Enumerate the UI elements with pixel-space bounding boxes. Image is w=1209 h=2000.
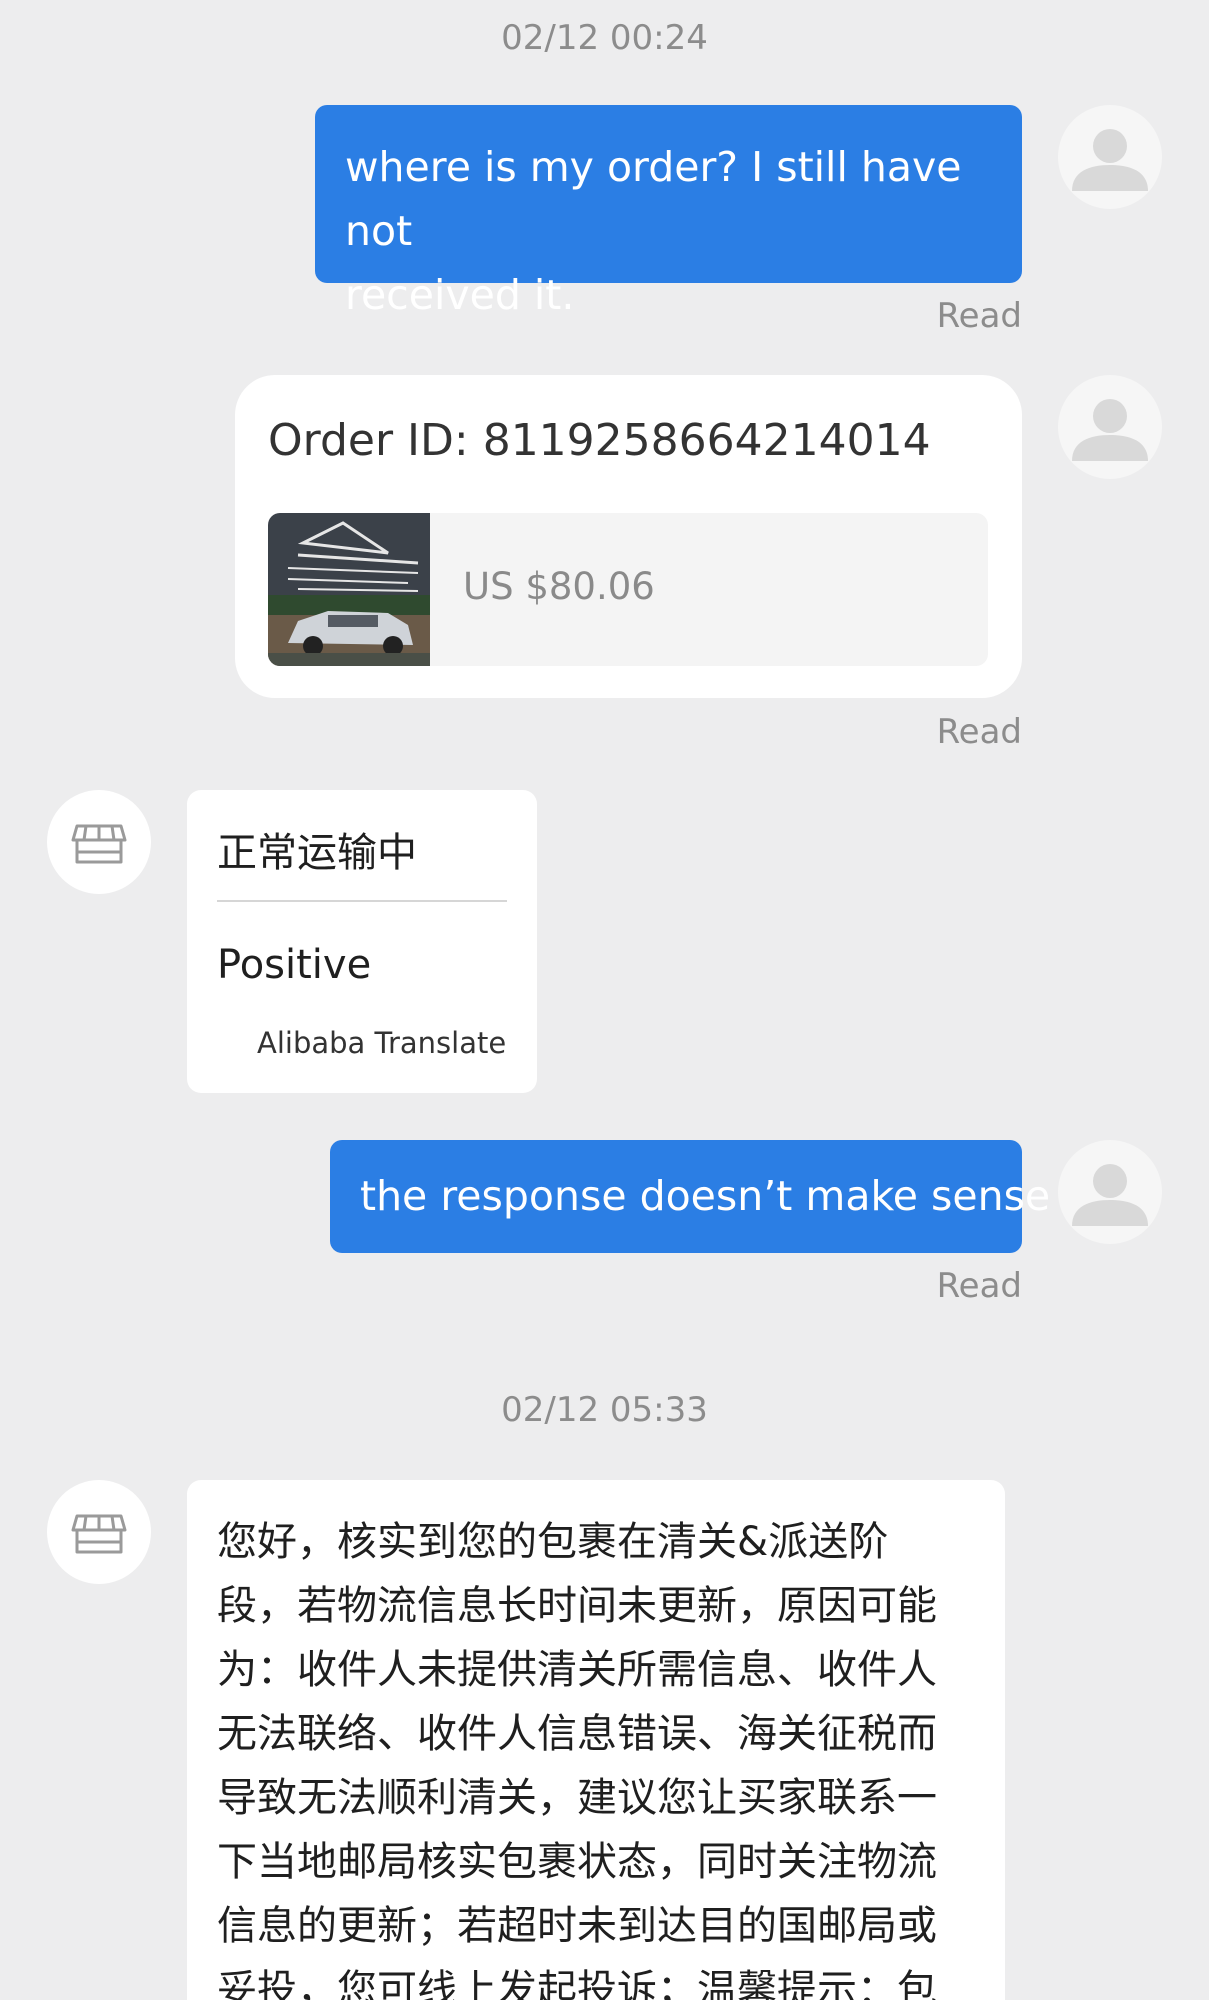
- timestamp: 02/12 00:24: [501, 18, 708, 58]
- user-avatar-icon[interactable]: [1058, 105, 1162, 209]
- user-avatar-icon[interactable]: [1058, 1140, 1162, 1244]
- outgoing-message-bubble[interactable]: the response doesn’t make sense: [330, 1140, 1050, 1253]
- message-line: 您好，核实到您的包裹在清关&派送阶: [217, 1519, 889, 1565]
- translated-message-text: Positive: [217, 942, 372, 988]
- store-icon[interactable]: [47, 790, 151, 894]
- user-avatar-icon[interactable]: [1058, 375, 1162, 479]
- product-thumbnail: [268, 513, 430, 666]
- read-receipt: Read: [936, 296, 1022, 336]
- message-line: 段，若物流信息长时间未更新，原因可能: [217, 1583, 937, 1629]
- message-line: 妥投，您可线上发起投诉；温馨提示：包: [217, 1967, 937, 2000]
- order-card[interactable]: Order ID: 8119258664214014 US $80.06: [235, 375, 1022, 698]
- incoming-message-bubble[interactable]: 您好，核实到您的包裹在清关&派送阶 段，若物流信息长时间未更新，原因可能 为：收…: [187, 1480, 1005, 2000]
- store-icon[interactable]: [47, 1480, 151, 1584]
- read-receipt: Read: [936, 1266, 1022, 1306]
- message-text: the response doesn’t make sense: [360, 1172, 1051, 1220]
- message-text: received it.: [345, 271, 575, 319]
- product-price: US $80.06: [463, 565, 655, 608]
- message-line: 下当地邮局核实包裹状态，同时关注物流: [217, 1839, 937, 1885]
- message-line: 信息的更新；若超时未到达目的国邮局或: [217, 1903, 937, 1949]
- read-receipt: Read: [936, 712, 1022, 752]
- translation-source: Alibaba Translate: [257, 1026, 507, 1060]
- divider: [217, 900, 507, 902]
- message-line: 导致无法顺利清关，建议您让买家联系一: [217, 1775, 937, 1821]
- message-line: 为：收件人未提供清关所需信息、收件人: [217, 1647, 937, 1693]
- chat-screen: 02/12 00:24 where is my order? I still h…: [0, 0, 1209, 2000]
- incoming-message-bubble[interactable]: 正常运输中 Positive Alibaba Translate: [187, 790, 537, 1093]
- original-message-text: 正常运输中: [217, 830, 417, 876]
- timestamp: 02/12 05:33: [501, 1390, 708, 1430]
- order-id: Order ID: 8119258664214014: [268, 415, 931, 466]
- order-product-row[interactable]: US $80.06: [268, 513, 988, 666]
- message-text: where is my order? I still have not: [345, 143, 962, 255]
- message-line: 无法联络、收件人信息错误、海关征税而: [217, 1711, 937, 1757]
- outgoing-message-bubble[interactable]: where is my order? I still have not rece…: [315, 105, 1022, 319]
